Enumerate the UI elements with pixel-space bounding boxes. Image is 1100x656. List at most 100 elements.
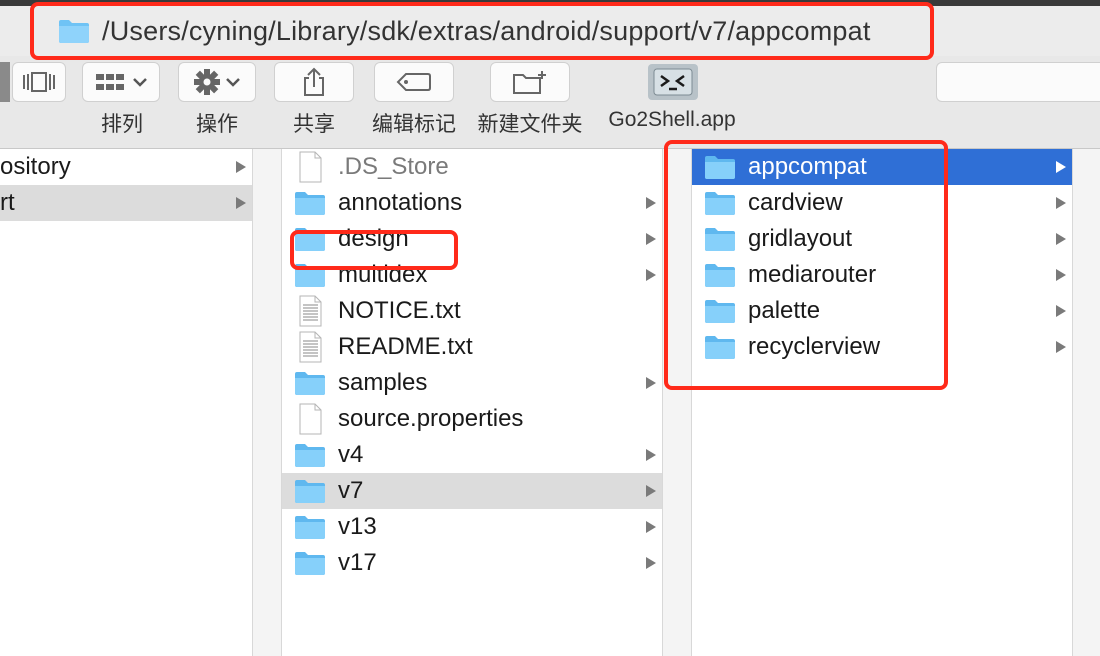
folder-icon [295, 552, 325, 575]
list-item-cardview[interactable]: cardview [692, 185, 1072, 221]
arrange-button[interactable] [82, 62, 160, 102]
cover-flow-icon [23, 72, 55, 92]
list-item-multidex[interactable]: multidex [282, 257, 662, 293]
go2shell-label: Go2Shell.app [608, 108, 736, 131]
list-item-mediarouter[interactable]: mediarouter [692, 257, 1072, 293]
list-item-ds-store[interactable]: .DS_Store [282, 149, 662, 185]
column-gutter [1073, 149, 1100, 656]
item-name: README.txt [338, 333, 473, 360]
item-name: annotations [338, 189, 463, 216]
path-title: /Users/cyning/Library/sdk/extras/android… [58, 16, 871, 46]
list-item-v13[interactable]: v13 [282, 509, 662, 545]
disclosure-arrow-icon [1056, 305, 1066, 317]
disclosure-arrow-icon [646, 233, 656, 245]
terminal-icon [653, 68, 693, 96]
list-item-notice-txt[interactable]: NOTICE.txt [282, 293, 662, 329]
chevron-down-icon [226, 78, 240, 87]
disclosure-arrow-icon [1056, 197, 1066, 209]
column-gutter [663, 149, 691, 656]
new-folder-icon [513, 71, 546, 94]
column-support: .DS_Store annotations design multidex NOTICE… [282, 149, 662, 656]
path-text: /Users/cyning/Library/sdk/extras/android… [102, 15, 871, 46]
item-name: v13 [338, 513, 377, 540]
item-name: samples [338, 369, 428, 396]
list-item-annotations[interactable]: annotations [282, 185, 662, 221]
item-name: appcompat [748, 153, 867, 180]
list-item-palette[interactable]: palette [692, 293, 1072, 329]
list-item-v4[interactable]: v4 [282, 437, 662, 473]
item-name: v4 [338, 441, 364, 468]
arrange-grid-icon [96, 74, 124, 90]
list-item-readme-txt[interactable]: README.txt [282, 329, 662, 365]
column-gutter [253, 149, 281, 656]
disclosure-arrow-icon [646, 557, 656, 569]
new-folder-label: 新建文件夹 [477, 113, 583, 136]
disclosure-arrow-icon [236, 197, 246, 209]
list-item-v7[interactable]: v7 [282, 473, 662, 509]
finder-toolbar: 排列 操作 共享 编辑标记 新建文件夹 Go2Shell.app [0, 56, 1100, 149]
document-icon [299, 151, 322, 183]
disclosure-arrow-icon [646, 377, 656, 389]
item-name: cardview [748, 189, 843, 216]
item-name: source.properties [338, 405, 524, 432]
folder-icon [295, 444, 325, 467]
go2shell-button[interactable] [648, 64, 698, 100]
folder-icon [295, 228, 325, 251]
folder-icon [705, 156, 735, 179]
action-label: 操作 [196, 113, 238, 136]
column-parent: ository rt [0, 149, 252, 656]
folder-icon [705, 264, 735, 287]
document-icon [299, 403, 322, 435]
item-name: v7 [338, 477, 364, 504]
share-button[interactable] [274, 62, 354, 102]
list-item-source-properties[interactable]: source.properties [282, 401, 662, 437]
text-document-icon [299, 295, 322, 327]
new-folder-button[interactable] [490, 62, 570, 102]
item-name: rt [0, 189, 15, 216]
gear-icon [194, 69, 220, 95]
action-button[interactable] [178, 62, 256, 102]
list-item-recyclerview[interactable]: recyclerview [692, 329, 1072, 365]
column-v7: appcompat cardview gridlayout mediarouter pa… [692, 149, 1072, 656]
view-mode-button[interactable] [12, 62, 66, 102]
search-field[interactable] [936, 62, 1100, 102]
disclosure-arrow-icon [646, 521, 656, 533]
item-name: palette [748, 297, 821, 324]
list-item[interactable]: ository [0, 149, 252, 185]
folder-icon [705, 192, 735, 215]
chevron-down-icon [133, 78, 147, 87]
folder-icon [295, 516, 325, 539]
text-document-icon [299, 331, 322, 363]
item-name: gridlayout [748, 225, 853, 252]
disclosure-arrow-icon [646, 485, 656, 497]
share-icon [304, 67, 324, 96]
folder-icon [295, 480, 325, 503]
view-segment-active [0, 62, 10, 102]
item-name: ository [0, 153, 71, 180]
item-name: multidex [338, 261, 428, 288]
folder-icon [295, 372, 325, 395]
item-name: NOTICE.txt [338, 297, 461, 324]
folder-icon [295, 192, 325, 215]
list-item-gridlayout[interactable]: gridlayout [692, 221, 1072, 257]
disclosure-arrow-icon [236, 161, 246, 173]
folder-icon [59, 20, 89, 43]
list-item-design[interactable]: design [282, 221, 662, 257]
arrange-label: 排列 [101, 113, 143, 136]
list-item-v17[interactable]: v17 [282, 545, 662, 581]
tag-icon [396, 73, 431, 91]
edit-tags-button[interactable] [374, 62, 454, 102]
folder-icon [705, 300, 735, 323]
list-item-samples[interactable]: samples [282, 365, 662, 401]
list-item[interactable]: rt [0, 185, 252, 221]
disclosure-arrow-icon [1056, 233, 1066, 245]
title-bar: /Users/cyning/Library/sdk/extras/android… [0, 6, 1100, 56]
item-name: mediarouter [748, 261, 877, 288]
list-item-appcompat[interactable]: appcompat [692, 149, 1072, 185]
item-name: v17 [338, 549, 377, 576]
disclosure-arrow-icon [646, 269, 656, 281]
disclosure-arrow-icon [1056, 161, 1066, 173]
disclosure-arrow-icon [1056, 341, 1066, 353]
item-name: .DS_Store [338, 153, 449, 180]
item-name: design [338, 225, 409, 252]
